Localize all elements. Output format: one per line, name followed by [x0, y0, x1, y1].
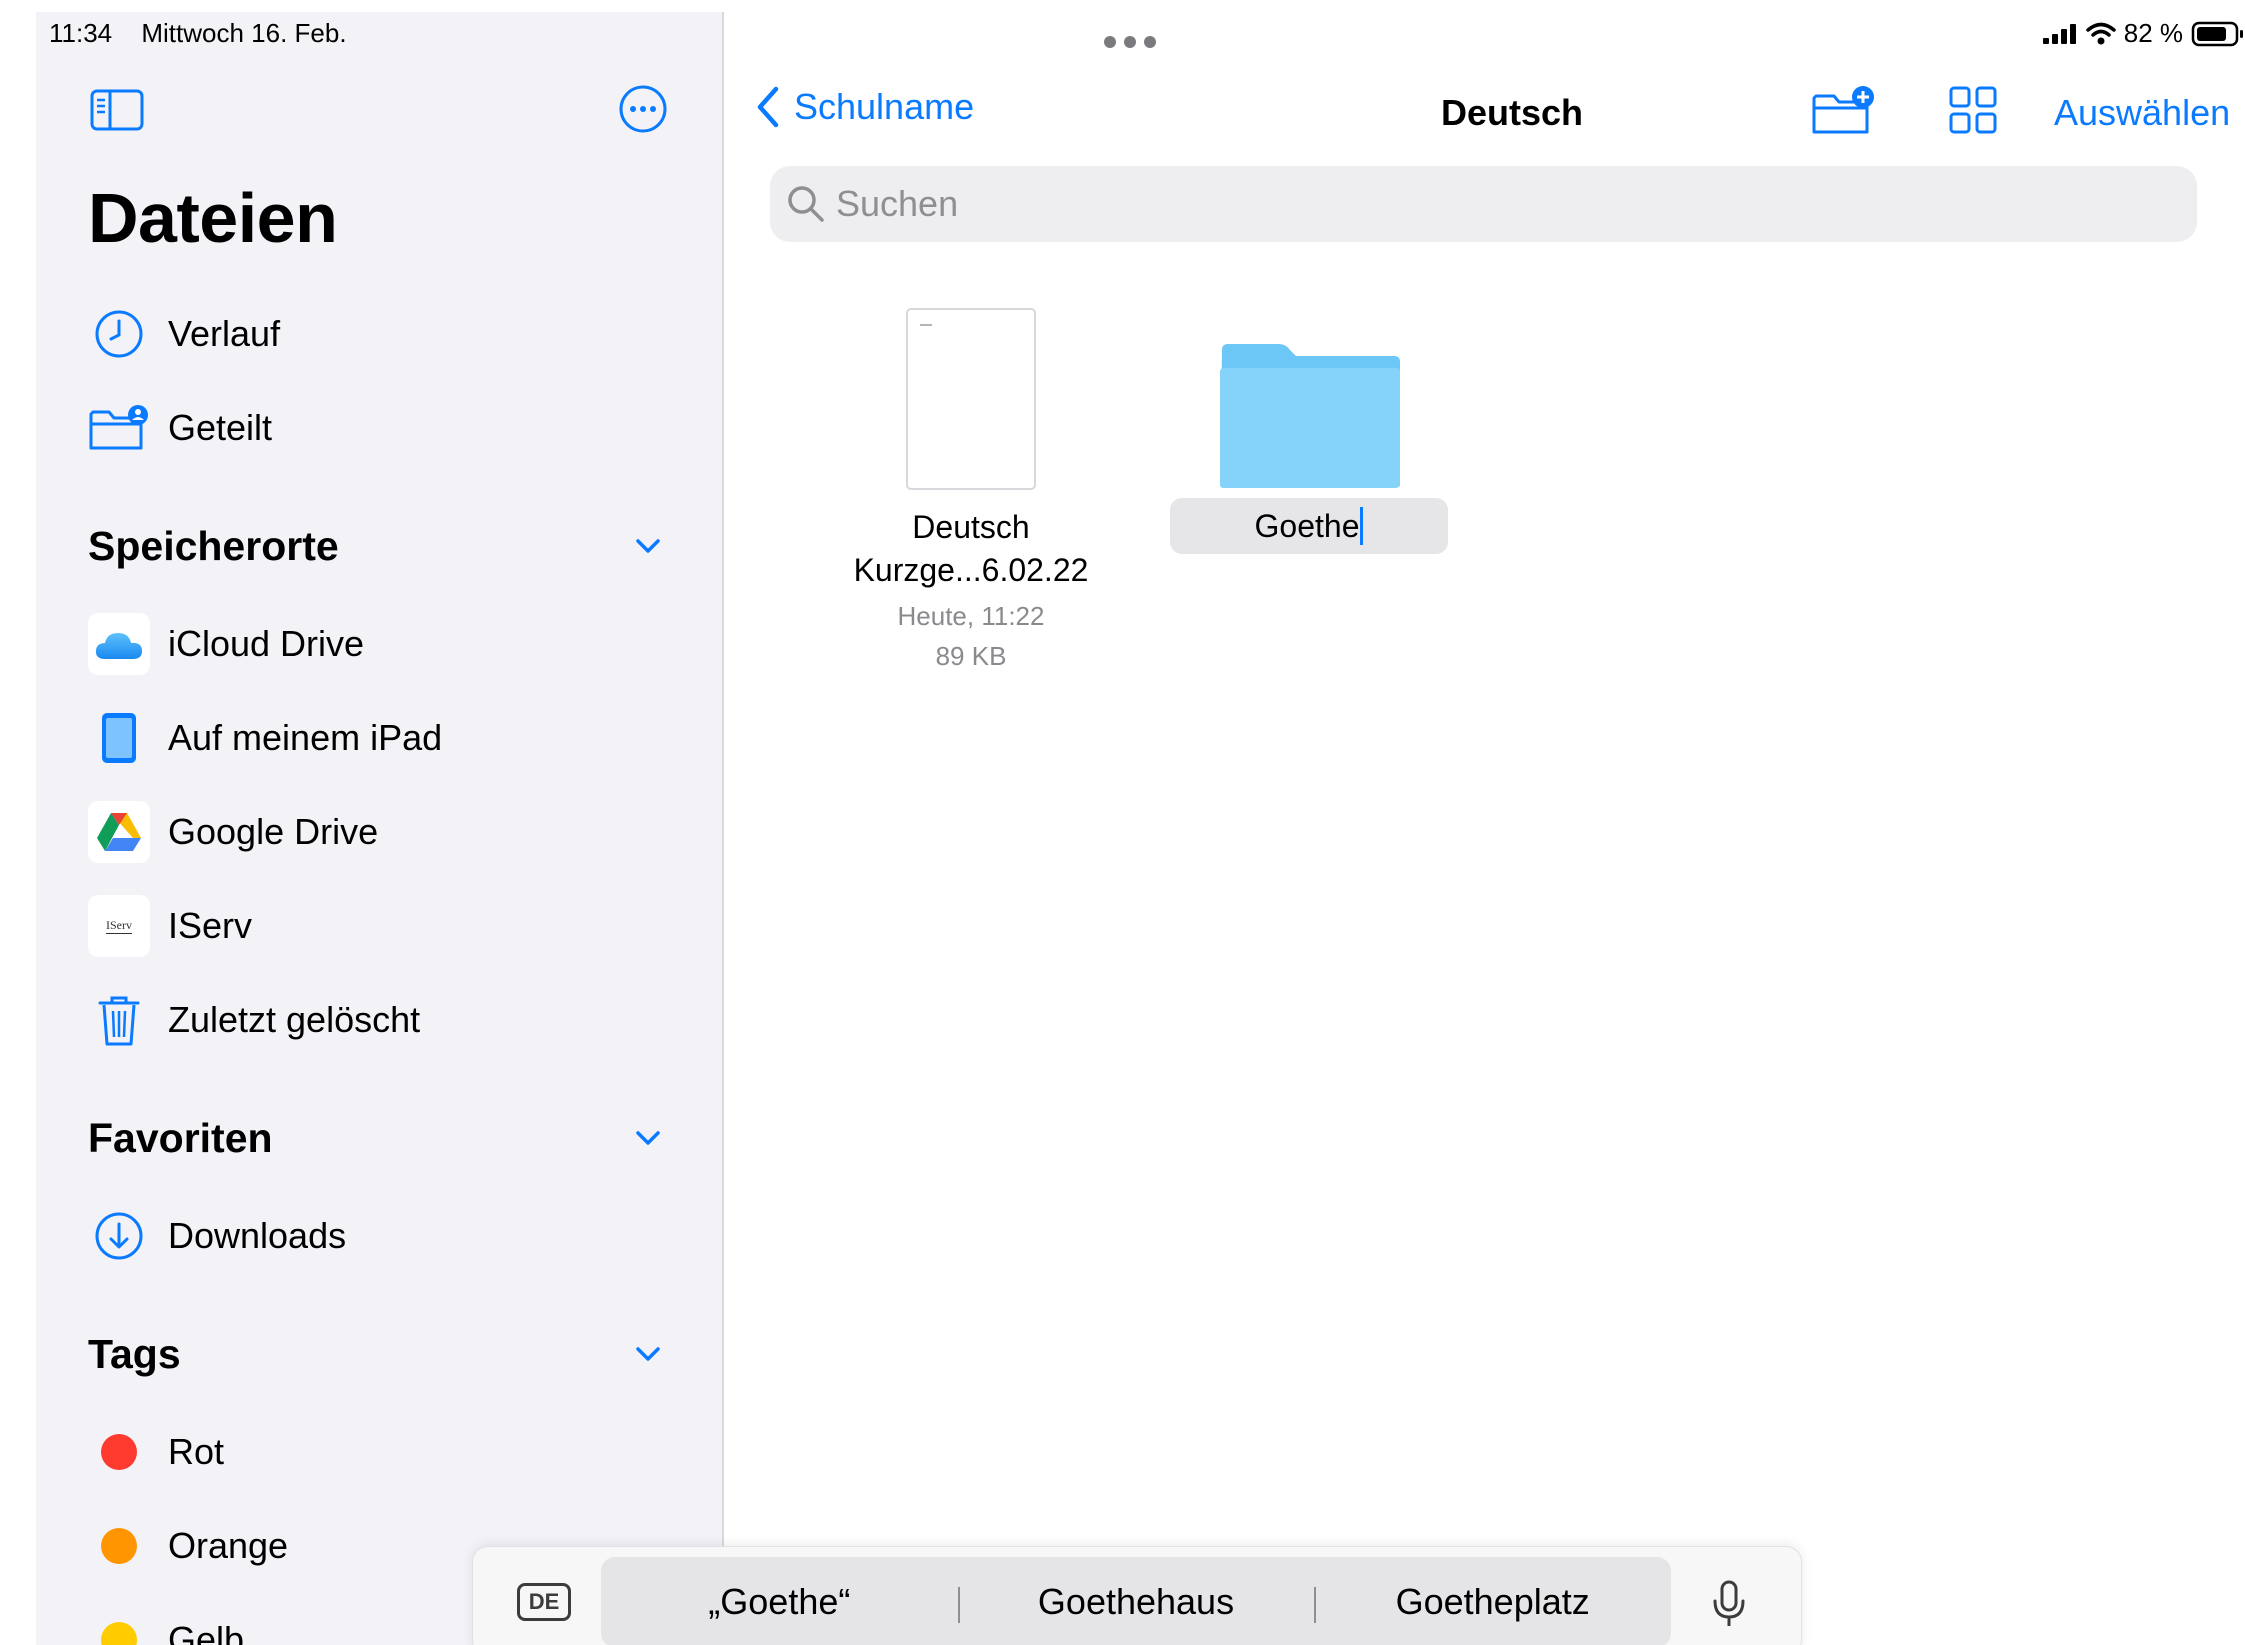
search-input[interactable] — [836, 183, 2136, 225]
file-name: Deutsch Kurzge...6.02.22 — [853, 509, 1089, 588]
folder-name-field[interactable]: Goethe — [1170, 498, 1448, 554]
status-bar-left: 11:34 Mittwoch 16. Feb. — [49, 18, 347, 49]
google-drive-icon — [88, 801, 150, 863]
suggestion-item[interactable]: Goethehaus — [957, 1581, 1315, 1623]
sidebar-item-tag-yellow[interactable]: Gelb — [88, 1608, 244, 1645]
sidebar: 11:34 Mittwoch 16. Feb. Dateien Verlauf … — [36, 12, 724, 1645]
clock-icon — [88, 303, 150, 365]
suggestion-item[interactable]: Goetheplatz — [1314, 1581, 1671, 1623]
sidebar-item-label: Verlauf — [168, 313, 281, 354]
file-item[interactable]: Deutsch Kurzge...6.02.22 Heute, 11:22 89… — [836, 308, 1106, 676]
battery-icon — [2191, 21, 2243, 46]
tag-dot-icon — [88, 1515, 150, 1577]
suggestion-item[interactable]: „Goethe“ — [601, 1581, 958, 1623]
tag-dot-icon — [88, 1609, 150, 1645]
suggestion-list: „Goethe“ Goethehaus Goetheplatz — [601, 1557, 1671, 1645]
sidebar-title: Dateien — [88, 179, 338, 257]
folder-name-text: Goethe — [1254, 507, 1360, 544]
section-title: Favoriten — [88, 1114, 273, 1161]
sidebar-item-label: Gelb — [168, 1619, 245, 1645]
trash-icon — [88, 989, 150, 1051]
section-title: Speicherorte — [88, 522, 339, 569]
section-title: Tags — [88, 1330, 181, 1377]
sidebar-item-icloud-drive[interactable]: iCloud Drive — [88, 612, 364, 676]
chevron-down-icon[interactable] — [628, 1334, 668, 1374]
chevron-down-icon[interactable] — [628, 1118, 668, 1158]
sidebar-item-label: IServ — [168, 905, 253, 946]
section-locations-header[interactable]: Speicherorte — [88, 516, 718, 576]
sidebar-item-shared[interactable]: Geteilt — [88, 396, 272, 460]
grid-view-icon[interactable] — [1948, 84, 1998, 136]
wifi-icon — [2085, 22, 2116, 44]
sidebar-item-iserv[interactable]: IServ IServ — [88, 894, 252, 958]
sidebar-item-google-drive[interactable]: Google Drive — [88, 800, 378, 864]
sidebar-item-label: Downloads — [168, 1215, 347, 1256]
sidebar-item-on-my-ipad[interactable]: Auf meinem iPad — [88, 706, 442, 770]
tag-dot-icon — [88, 1421, 150, 1483]
text-cursor — [1360, 507, 1364, 545]
status-time: 11:34 — [49, 18, 113, 48]
file-size: 89 KB — [935, 641, 1007, 671]
battery-percentage: 82 % — [2123, 18, 2183, 48]
search-icon — [788, 186, 824, 222]
sidebar-item-downloads[interactable]: Downloads — [88, 1204, 346, 1268]
sidebar-item-label: Rot — [168, 1431, 225, 1472]
sidebar-toggle-icon[interactable] — [90, 88, 144, 132]
icloud-icon — [88, 613, 150, 675]
sidebar-item-recents[interactable]: Verlauf — [88, 302, 280, 366]
sidebar-item-label: Auf meinem iPad — [168, 717, 443, 758]
status-bar-right: 82 % — [2042, 18, 2245, 49]
back-button-label: Schulname — [794, 86, 975, 127]
select-button[interactable]: Auswählen — [2054, 92, 2230, 134]
status-date: Mittwoch 16. Feb. — [141, 18, 347, 48]
main-content: 82 % Schulname Deutsch Auswählen Deutsch… — [726, 12, 2245, 1645]
new-folder-icon[interactable] — [1811, 84, 1875, 136]
chevron-down-icon[interactable] — [628, 526, 668, 566]
download-icon — [88, 1205, 150, 1267]
sidebar-item-label: Orange — [168, 1525, 289, 1566]
sidebar-item-label: Zuletzt gelöscht — [168, 999, 421, 1040]
cellular-signal-icon — [2042, 23, 2076, 44]
shared-folder-icon — [88, 397, 150, 459]
search-bar[interactable] — [770, 166, 2197, 242]
microphone-icon[interactable] — [1709, 1579, 1749, 1629]
section-tags-header[interactable]: Tags — [88, 1324, 718, 1384]
file-date: Heute, 11:22 — [897, 601, 1045, 631]
sidebar-item-label: Google Drive — [168, 811, 379, 852]
iserv-icon: IServ — [88, 895, 150, 957]
sidebar-item-label: Geteilt — [168, 407, 273, 448]
ipad-icon — [88, 707, 150, 769]
keyboard-suggestion-bar: DE „Goethe“ Goethehaus Goetheplatz — [472, 1546, 1802, 1645]
ipad-screen: 11:34 Mittwoch 16. Feb. Dateien Verlauf … — [36, 12, 2245, 1645]
folder-icon — [1216, 342, 1402, 490]
chevron-left-icon — [757, 86, 779, 128]
sidebar-item-recently-deleted[interactable]: Zuletzt gelöscht — [88, 988, 420, 1052]
section-favorites-header[interactable]: Favoriten — [88, 1108, 718, 1168]
page-title: Deutsch — [1441, 92, 1584, 133]
folder-item[interactable]: Goethe — [1170, 342, 1448, 554]
sidebar-item-label: iCloud Drive — [168, 623, 365, 664]
more-options-icon[interactable] — [618, 84, 668, 134]
back-button[interactable]: Schulname — [756, 86, 974, 128]
multitasking-grabber-icon[interactable] — [1104, 36, 1156, 48]
sidebar-item-tag-red[interactable]: Rot — [88, 1420, 224, 1484]
sidebar-item-tag-orange[interactable]: Orange — [88, 1514, 288, 1578]
language-switch-button[interactable]: DE — [517, 1583, 571, 1621]
document-thumbnail-icon — [906, 308, 1036, 490]
